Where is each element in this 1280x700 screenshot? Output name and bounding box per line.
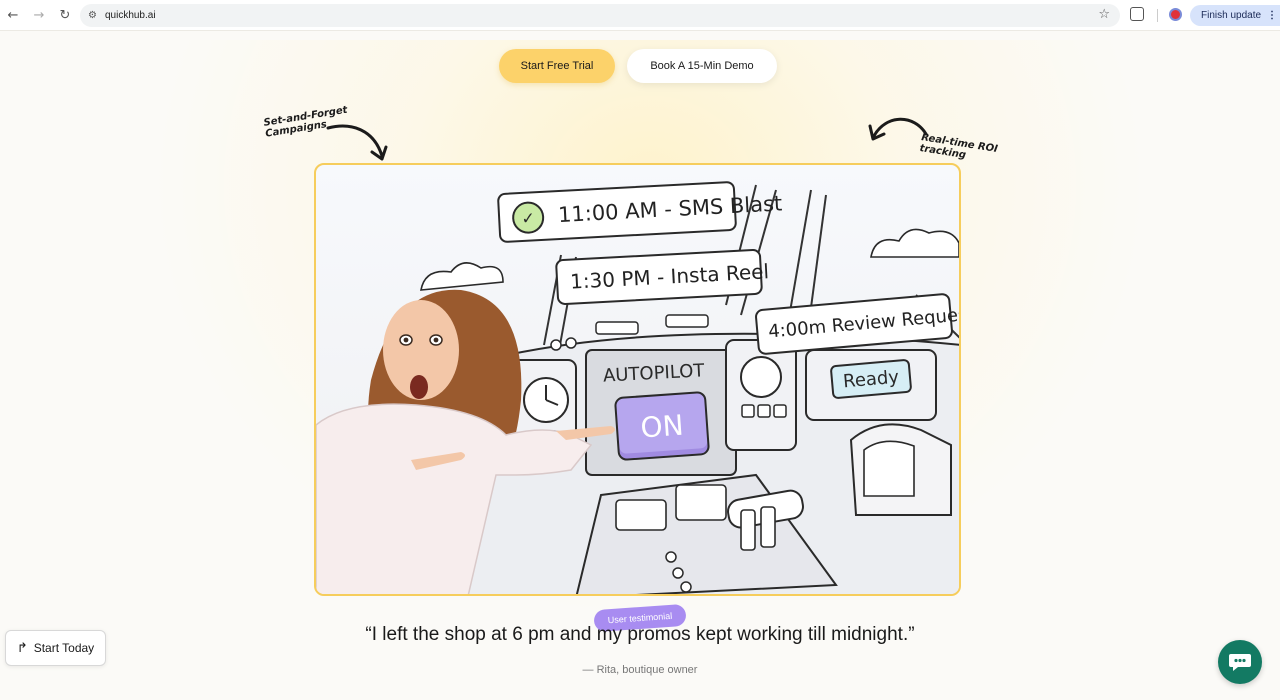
book-demo-button[interactable]: Book A 15-Min Demo [627, 49, 777, 83]
schedule-insta-label: 1:30 PM - Insta Reel [569, 259, 770, 294]
browser-toolbar: ← → ↻ ⚙ quickhub.ai ☆ Finish update ⋮ [0, 0, 1280, 31]
ready-badge: Ready [829, 358, 913, 400]
profile-avatar[interactable] [1169, 8, 1182, 21]
start-today-label: Start Today [33, 641, 95, 655]
testimonial-author: — Rita, boutique owner [582, 664, 698, 676]
bookmark-star-icon[interactable]: ☆ [1098, 7, 1110, 22]
hero-illustration-card: ✓ 11:00 AM - SMS Blast 1:30 PM - Insta R… [314, 163, 961, 596]
url-text: quickhub.ai [104, 10, 156, 21]
share-arrow-icon: ↱ [16, 640, 28, 656]
testimonial-quote: “I left the shop at 6 pm and my promos k… [365, 624, 915, 645]
reload-icon[interactable]: ↻ [52, 2, 78, 28]
chat-bubble-icon [1229, 654, 1251, 671]
schedule-review-label: 4:00m Review Request [767, 303, 961, 342]
start-free-trial-button[interactable]: Start Free Trial [499, 49, 615, 83]
finish-update-button[interactable]: Finish update ⋮ [1190, 5, 1280, 26]
curved-arrow-left-icon [326, 124, 388, 161]
check-icon: ✓ [511, 200, 545, 235]
curved-arrow-right-icon [868, 117, 928, 141]
toolbar-divider [1157, 9, 1158, 22]
address-bar[interactable]: ⚙ quickhub.ai ☆ [80, 4, 1120, 27]
start-today-button[interactable]: ↱ Start Today [5, 630, 106, 666]
back-icon[interactable]: ← [0, 2, 26, 28]
site-settings-icon[interactable]: ⚙ [88, 10, 97, 21]
autopilot-on-button: ON [613, 390, 711, 462]
chat-button[interactable] [1218, 640, 1262, 684]
more-menu-icon[interactable]: ⋮ [1267, 10, 1277, 21]
forward-icon[interactable]: → [26, 2, 52, 28]
extensions-icon[interactable] [1130, 7, 1144, 21]
cloud-right-icon [870, 228, 959, 258]
cloud-left-icon [420, 262, 504, 291]
finish-update-label: Finish update [1201, 10, 1262, 21]
